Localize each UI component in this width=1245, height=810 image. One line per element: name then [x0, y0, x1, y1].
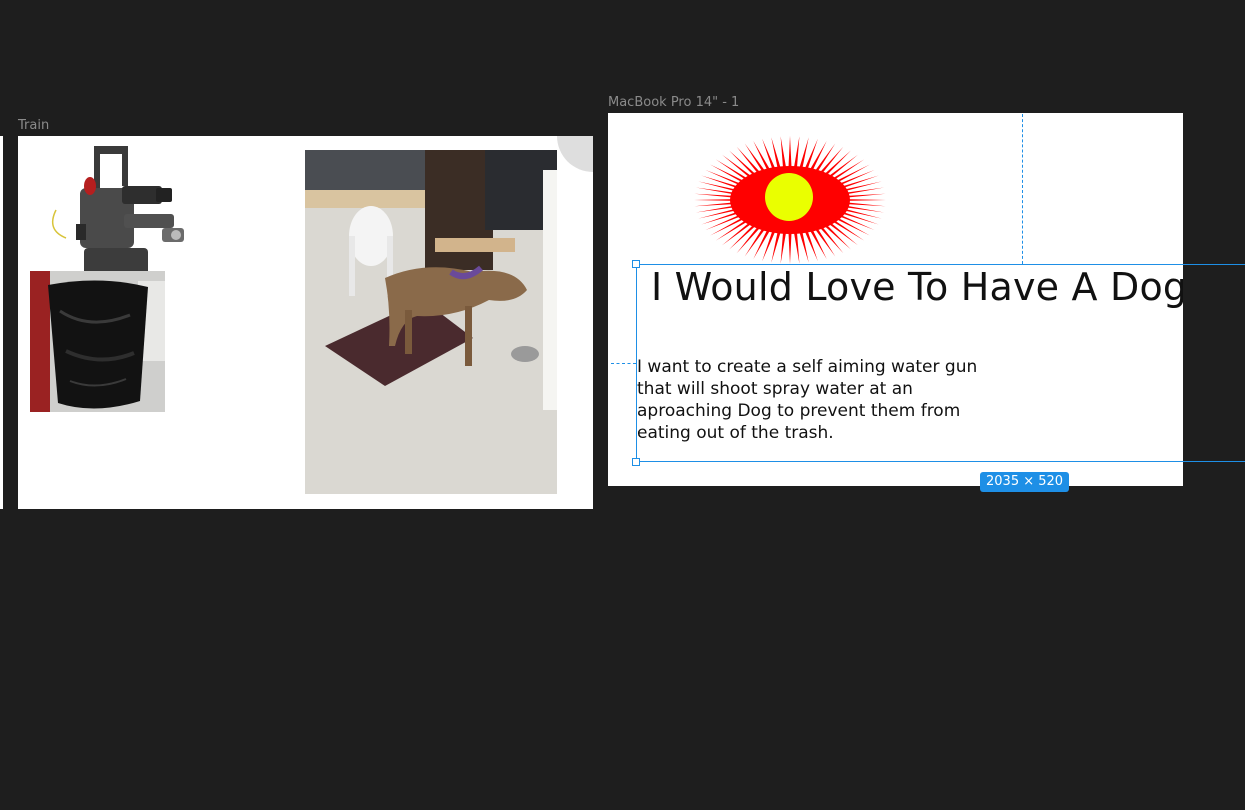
- alignment-guide-horizontal: [611, 363, 636, 364]
- alignment-guide-vertical: [1022, 114, 1023, 264]
- water-turret-image[interactable]: [36, 140, 186, 282]
- dog-classroom-photo[interactable]: [305, 150, 557, 494]
- design-canvas[interactable]: Train MacBook Pro 14" - 1 I Would Love T…: [0, 0, 1245, 810]
- sunburst-graphic[interactable]: [692, 135, 888, 265]
- frame-label-macbook[interactable]: MacBook Pro 14" - 1: [608, 95, 739, 110]
- resize-handle-top-left[interactable]: [632, 260, 640, 268]
- corner-circle-shape[interactable]: [557, 136, 593, 172]
- trash-can-image[interactable]: [30, 271, 165, 412]
- frame-train[interactable]: [18, 136, 593, 509]
- resize-handle-bottom-left[interactable]: [632, 458, 640, 466]
- offscreen-frame-edge[interactable]: [0, 136, 3, 509]
- selection-dimension-badge: 2035 × 520: [980, 472, 1070, 492]
- selection-bounding-box[interactable]: [636, 264, 1245, 462]
- frame-label-train[interactable]: Train: [18, 118, 49, 133]
